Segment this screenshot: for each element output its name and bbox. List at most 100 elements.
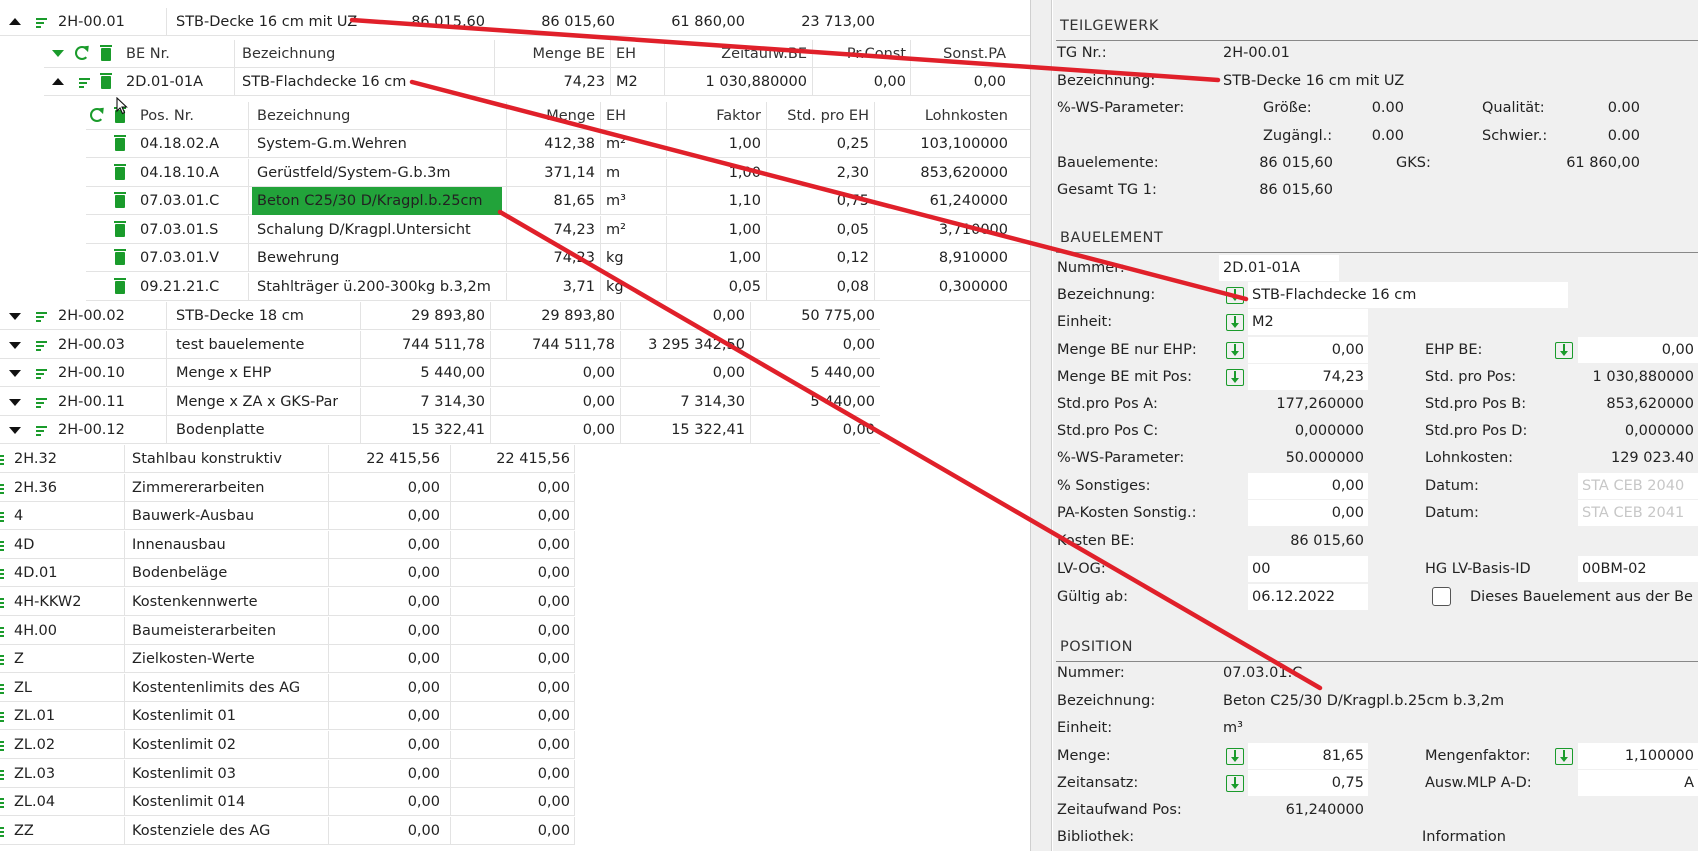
expand-icon[interactable] bbox=[9, 370, 21, 378]
be-nummer-field[interactable]: 2D.01-01A bbox=[1219, 255, 1339, 281]
col-menge-be[interactable]: Menge BE bbox=[499, 40, 605, 68]
delete-icon[interactable] bbox=[114, 192, 126, 209]
panel-divider[interactable] bbox=[1030, 0, 1052, 851]
pos-menge-field[interactable]: 81,65 bbox=[1248, 743, 1368, 769]
position-row[interactable]: 04.18.10.A Gerüstfeld/System-G.b.3m 371,… bbox=[86, 158, 1030, 187]
datum2-field[interactable]: STA CEB 2041 bbox=[1578, 500, 1698, 526]
pos-einheit-value: m³ bbox=[1223, 720, 1243, 736]
delete-icon[interactable] bbox=[114, 278, 126, 294]
tree-row-group[interactable]: ZL.04 Kostenlimit 014 0,00 0,00 bbox=[0, 788, 575, 817]
delete-icon[interactable] bbox=[114, 163, 126, 180]
delete-icon[interactable] bbox=[100, 73, 112, 89]
tree-row-tg[interactable]: 2H-00.02 STB-Decke 18 cm 29 893,80 29 89… bbox=[0, 302, 880, 330]
tree-row-group[interactable]: ZZ Kostenziele des AG 0,00 0,00 bbox=[0, 816, 575, 845]
import-icon[interactable] bbox=[1226, 775, 1244, 792]
tree-row-group[interactable]: 2H.32 Stahlbau konstruktiv 22 415,56 22 … bbox=[0, 445, 575, 473]
list-icon bbox=[0, 683, 5, 694]
position-row[interactable]: 04.18.02.A System-G.m.Wehren 412,38 m² 1… bbox=[86, 130, 1030, 158]
tree-row-group[interactable]: ZL.01 Kostenlimit 01 0,00 0,00 bbox=[0, 702, 575, 731]
tree-row-tg[interactable]: 2H-00.03 test bauelemente 744 511,78 744… bbox=[0, 330, 880, 359]
position-row[interactable]: 09.21.21.C Stahlträger ü.200-300kg b.3,2… bbox=[86, 273, 1030, 301]
list-icon bbox=[0, 512, 5, 523]
tg-value-3: 3 295 342,50 bbox=[648, 336, 745, 353]
delete-icon[interactable] bbox=[114, 249, 126, 266]
bauelemente-value: 86 015,60 bbox=[1259, 155, 1333, 171]
tg-bez-label: Bezeichnung: bbox=[1057, 73, 1156, 89]
tree-row-group[interactable]: ZL.03 Kostenlimit 03 0,00 0,00 bbox=[0, 759, 575, 788]
col-zeitaufw[interactable]: Zeitaufw.BE bbox=[669, 40, 807, 68]
col-pos-eh[interactable]: EH bbox=[606, 102, 626, 130]
col-sonst-pa[interactable]: Sonst.PA bbox=[914, 40, 1006, 68]
ausw-field[interactable]: A bbox=[1578, 770, 1698, 796]
std-a-value: 177,260000 bbox=[1276, 396, 1364, 412]
tree-row-tg[interactable]: 2H-00.01 STB-Decke 16 cm mit UZ 86 015,6… bbox=[0, 8, 1030, 36]
expand-icon[interactable] bbox=[9, 427, 21, 435]
col-be-nr[interactable]: BE Nr. bbox=[126, 40, 170, 68]
zeitansatz-field[interactable]: 0,75 bbox=[1248, 770, 1368, 796]
col-pos-menge[interactable]: Menge bbox=[511, 102, 595, 130]
lv-og-field[interactable]: 00 bbox=[1248, 556, 1368, 582]
collapse-icon[interactable] bbox=[9, 18, 21, 25]
position-row[interactable]: 07.03.01.S Schalung D/Kragpl.Untersicht … bbox=[86, 215, 1030, 244]
be-nummer-label: Nummer: bbox=[1057, 260, 1125, 276]
menge-pos-field[interactable]: 74,23 bbox=[1248, 364, 1368, 390]
pa-kosten-field[interactable]: 0,00 bbox=[1248, 500, 1368, 526]
delete-icon[interactable] bbox=[114, 220, 126, 237]
import-icon[interactable] bbox=[1226, 748, 1244, 765]
import-icon[interactable] bbox=[1226, 342, 1244, 359]
import-icon[interactable] bbox=[1226, 287, 1244, 304]
collapse-icon[interactable] bbox=[52, 78, 64, 85]
datum1-field[interactable]: STA CEB 2040 bbox=[1578, 473, 1698, 499]
mengenfaktor-field[interactable]: 1,100000 bbox=[1578, 743, 1698, 769]
menge-ehp-field[interactable]: 0,00 bbox=[1248, 337, 1368, 363]
refresh-icon[interactable] bbox=[75, 46, 89, 60]
tree-row-group[interactable]: 2H.36 Zimmererarbeiten 0,00 0,00 bbox=[0, 473, 575, 502]
import-icon[interactable] bbox=[1555, 342, 1573, 359]
refresh-icon[interactable] bbox=[90, 108, 104, 122]
group-name: Kostenlimit 03 bbox=[132, 765, 236, 782]
tree-row-group[interactable]: 4D.01 Bodenbeläge 0,00 0,00 bbox=[0, 559, 575, 588]
be-checkbox[interactable] bbox=[1432, 587, 1451, 606]
tree-row-group[interactable]: Z Zielkosten-Werte 0,00 0,00 bbox=[0, 645, 575, 674]
tg-value-3: 0,00 bbox=[712, 365, 745, 382]
expand-icon[interactable] bbox=[9, 313, 21, 320]
expand-icon[interactable] bbox=[9, 341, 21, 349]
position-row[interactable]: 07.03.01.V Bewehrung 74,23 kg 1,00 0,12 … bbox=[86, 244, 1030, 273]
import-icon[interactable] bbox=[1226, 369, 1244, 386]
tree-row-group[interactable]: 4H-KKW2 Kostenkennwerte 0,00 0,00 bbox=[0, 588, 575, 616]
tree-row-group[interactable]: ZL Kostentenlimits des AG 0,00 0,00 bbox=[0, 673, 575, 702]
col-pos-lohn[interactable]: Lohnkosten bbox=[876, 102, 1008, 130]
tree-row-group[interactable]: 4D Innenausbau 0,00 0,00 bbox=[0, 530, 575, 559]
tree-row-tg[interactable]: 2H-00.12 Bodenplatte 15 322,41 0,00 15 3… bbox=[0, 416, 880, 445]
tree-row-group[interactable]: ZL.02 Kostenlimit 02 0,00 0,00 bbox=[0, 731, 575, 759]
tree-panel: 2H-00.01 STB-Decke 16 cm mit UZ 86 015,6… bbox=[0, 0, 1030, 851]
be-einheit-field[interactable]: M2 bbox=[1248, 309, 1368, 335]
import-icon[interactable] bbox=[1555, 748, 1573, 765]
group-value-2: 0,00 bbox=[537, 508, 570, 525]
tree-row-group[interactable]: 4H.00 Baumeisterarbeiten 0,00 0,00 bbox=[0, 616, 575, 645]
col-pr-const[interactable]: Pr.Const bbox=[814, 40, 906, 68]
tree-row-tg[interactable]: 2H-00.10 Menge x EHP 5 440,00 0,00 0,00 … bbox=[0, 359, 880, 388]
delete-icon[interactable] bbox=[100, 45, 112, 61]
menge-ehp-label: Menge BE nur EHP: bbox=[1057, 342, 1197, 358]
hg-lv-field[interactable]: 00BM-02 bbox=[1578, 556, 1698, 582]
expand-icon[interactable] bbox=[9, 398, 21, 406]
col-pos-bezeichnung[interactable]: Bezeichnung bbox=[257, 102, 350, 130]
col-pos-std[interactable]: Std. pro EH bbox=[771, 102, 869, 130]
ehp-be-field[interactable]: 0,00 bbox=[1578, 337, 1698, 363]
import-icon[interactable] bbox=[1226, 314, 1244, 331]
position-row[interactable]: 07.03.01.C Beton C25/30 D/Kragpl.b.25cm … bbox=[86, 187, 1030, 216]
be-bez-field[interactable]: STB-Flachdecke 16 cm bbox=[1248, 282, 1568, 308]
delete-icon[interactable] bbox=[114, 135, 126, 151]
tree-row-tg[interactable]: 2H-00.11 Menge x ZA x GKS-Par 7 314,30 0… bbox=[0, 387, 880, 416]
col-bezeichnung[interactable]: Bezeichnung bbox=[242, 40, 335, 68]
col-pos-faktor[interactable]: Faktor bbox=[671, 102, 761, 130]
col-pos-nr[interactable]: Pos. Nr. bbox=[140, 102, 194, 130]
be-row[interactable]: 2D.01-01A STB-Flachdecke 16 cm 74,23 M2 … bbox=[44, 68, 1030, 96]
sonstiges-field[interactable]: 0,00 bbox=[1248, 473, 1368, 499]
col-eh[interactable]: EH bbox=[616, 40, 636, 68]
expand-all-icon[interactable] bbox=[52, 50, 64, 57]
tree-row-group[interactable]: 4 Bauwerk-Ausbau 0,00 0,00 bbox=[0, 502, 575, 531]
tg-value-2: 0,00 bbox=[582, 393, 615, 410]
gueltig-field[interactable]: 06.12.2022 bbox=[1248, 584, 1368, 610]
